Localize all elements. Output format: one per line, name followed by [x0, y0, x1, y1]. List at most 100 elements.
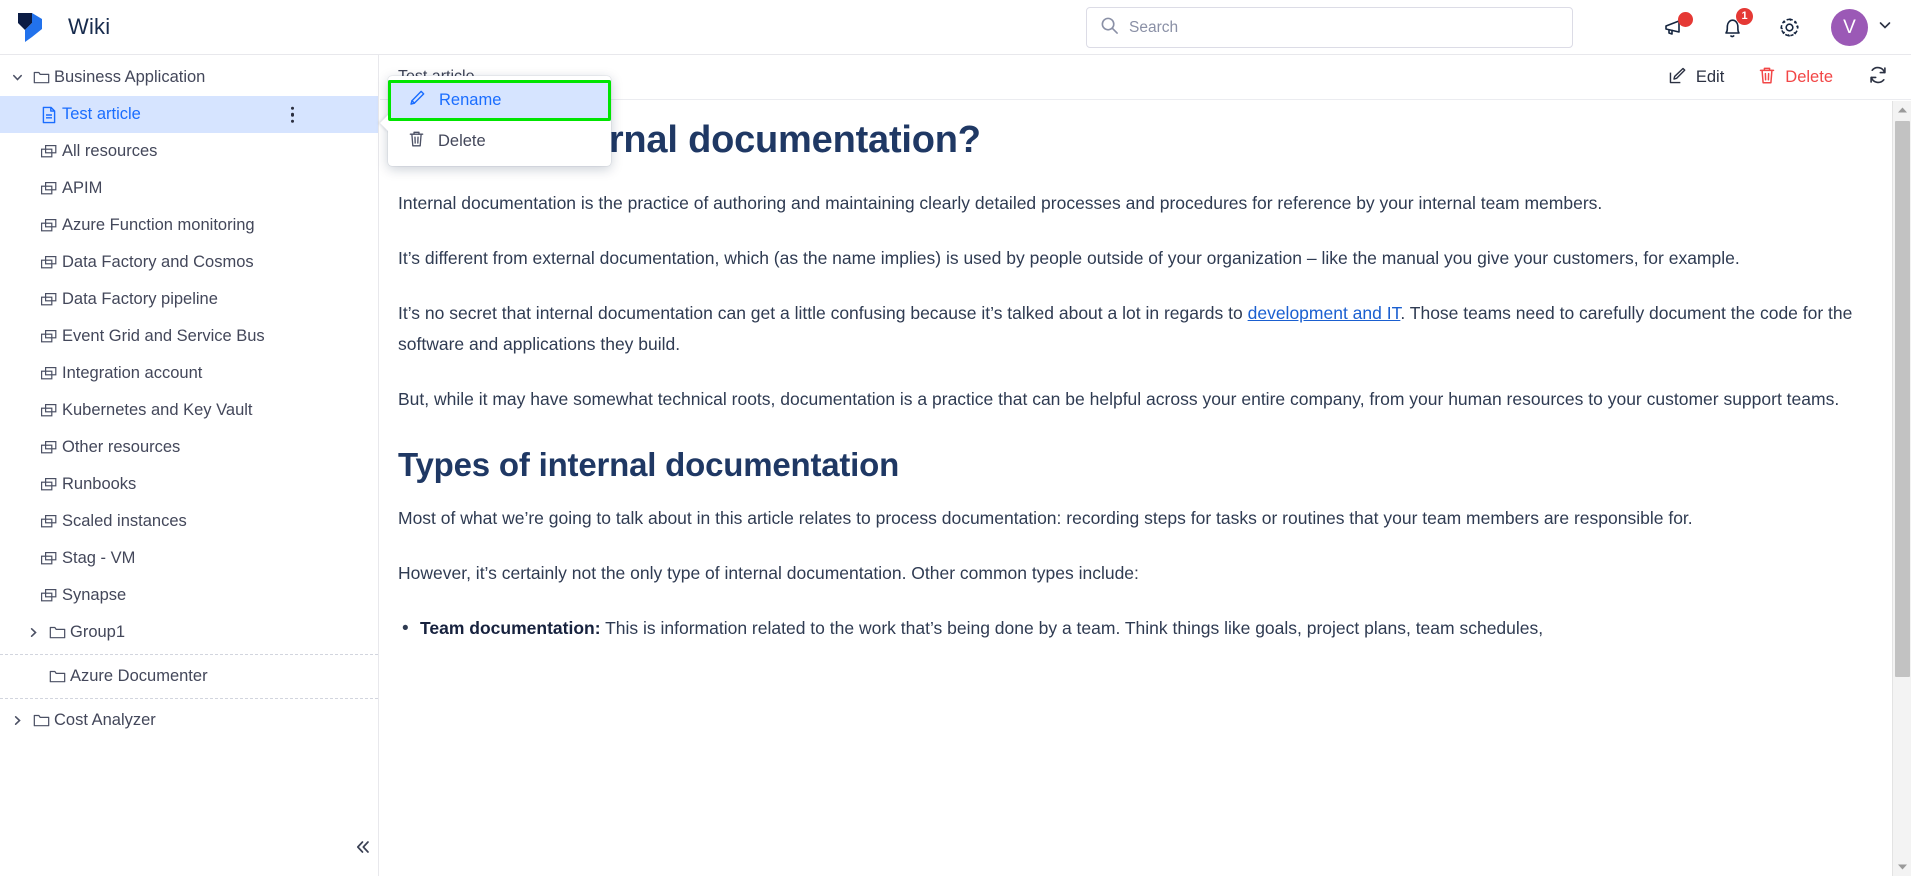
- windows-icon: [36, 292, 62, 307]
- content-header-actions: Edit Delete: [1668, 55, 1889, 100]
- app-title: Wiki: [68, 14, 111, 39]
- edit-button-label: Edit: [1695, 68, 1725, 86]
- confluence-logo-icon: [14, 11, 48, 43]
- sidebar-item-stag-vm[interactable]: Stag - VM: [0, 540, 378, 577]
- bullet-1-term: Team documentation:: [420, 618, 601, 639]
- article-paragraph-3: It’s no secret that internal documentati…: [398, 298, 1868, 360]
- folder-icon: [28, 70, 54, 85]
- sidebar-group-label: Business Application: [54, 68, 206, 86]
- sidebar-item-label: Azure Function monitoring: [62, 216, 255, 234]
- sidebar: Business Application Test article All re…: [0, 55, 379, 876]
- scroll-up-button[interactable]: [1893, 101, 1911, 119]
- caret-down-icon: [1897, 858, 1908, 876]
- header-actions: 1 V: [1660, 0, 1893, 55]
- pencil-icon: [408, 89, 426, 112]
- windows-icon: [36, 588, 62, 603]
- sidebar-item-label: All resources: [62, 142, 158, 160]
- gear-icon[interactable]: [1774, 13, 1804, 43]
- delete-button[interactable]: Delete: [1758, 66, 1833, 90]
- sidebar-item-label: Data Factory and Cosmos: [62, 253, 254, 271]
- chevron-down-icon[interactable]: [1877, 17, 1893, 38]
- sidebar-item-label: Data Factory pipeline: [62, 290, 218, 308]
- windows-icon: [36, 551, 62, 566]
- sidebar-item-apim[interactable]: APIM: [0, 170, 378, 207]
- sidebar-group-cost-analyzer[interactable]: Cost Analyzer: [0, 702, 378, 739]
- sidebar-item-data-factory-and-cosmos[interactable]: Data Factory and Cosmos: [0, 244, 378, 281]
- windows-icon: [36, 329, 62, 344]
- article-paragraph-4: But, while it may have somewhat technica…: [398, 389, 1840, 410]
- context-menu-item-delete[interactable]: Delete: [388, 121, 611, 162]
- sidebar-divider: [0, 698, 378, 699]
- article-paragraph-2: It’s different from external documentati…: [398, 247, 1740, 268]
- sidebar-item-test-article[interactable]: Test article: [0, 96, 378, 133]
- sidebar-item-other-resources[interactable]: Other resources: [0, 429, 378, 466]
- windows-icon: [36, 144, 62, 159]
- sidebar-item-synapse[interactable]: Synapse: [0, 577, 378, 614]
- content-scrollbar[interactable]: [1892, 101, 1911, 876]
- search-box[interactable]: [1086, 7, 1573, 48]
- refresh-button[interactable]: [1867, 64, 1889, 91]
- windows-icon: [36, 403, 62, 418]
- sidebar-item-label: APIM: [62, 179, 103, 197]
- sidebar-item-label: Kubernetes and Key Vault: [62, 401, 253, 419]
- refresh-icon: [1867, 64, 1889, 91]
- article-paragraph-5: Most of what we’re going to talk about i…: [398, 507, 1693, 528]
- bell-icon[interactable]: 1: [1717, 7, 1753, 43]
- megaphone-dot-badge: [1678, 11, 1693, 27]
- sidebar-item-runbooks[interactable]: Runbooks: [0, 466, 378, 503]
- folder-icon: [44, 625, 70, 640]
- chevron-down-icon[interactable]: [6, 71, 28, 84]
- sidebar-item-label: Runbooks: [62, 475, 137, 493]
- sidebar-item-scaled-instances[interactable]: Scaled instances: [0, 503, 378, 540]
- avatar[interactable]: V: [1831, 9, 1868, 46]
- search-container[interactable]: [1086, 7, 1573, 48]
- sidebar-item-data-factory-pipeline[interactable]: Data Factory pipeline: [0, 281, 378, 318]
- megaphone-icon[interactable]: [1660, 11, 1693, 43]
- context-menu: Rename Delete: [380, 76, 611, 166]
- bullet-1-text: This is information related to the work …: [600, 618, 1544, 639]
- top-header: Wiki 1: [0, 0, 1911, 55]
- content-area: Test article Edit: [380, 55, 1911, 876]
- development-and-it-link[interactable]: development and IT: [1248, 303, 1401, 323]
- trash-icon: [1758, 66, 1776, 90]
- sidebar-group-group1[interactable]: Group1: [0, 614, 378, 651]
- user-menu[interactable]: V: [1831, 9, 1893, 46]
- sidebar-item-label: Test article: [62, 105, 141, 123]
- sidebar-divider: [0, 654, 378, 655]
- trash-icon: [408, 130, 425, 153]
- more-vertical-icon[interactable]: [290, 106, 294, 123]
- sidebar-item-label: Scaled instances: [62, 512, 187, 530]
- scrollbar-thumb[interactable]: [1895, 121, 1910, 677]
- sidebar-group-azure-documenter[interactable]: Azure Documenter: [0, 658, 378, 695]
- article-paragraph-6: However, it’s certainly not the only typ…: [398, 563, 1139, 584]
- article-heading-1: What is internal documentation?: [398, 119, 981, 161]
- context-menu-item-label: Delete: [438, 132, 486, 150]
- chevrons-left-icon: [353, 837, 373, 862]
- sidebar-item-event-grid-and-service-bus[interactable]: Event Grid and Service Bus: [0, 318, 378, 355]
- search-input[interactable]: [1129, 12, 1529, 43]
- chevron-right-icon[interactable]: [6, 714, 28, 727]
- windows-icon: [36, 440, 62, 455]
- chevron-right-icon[interactable]: [22, 626, 44, 639]
- context-menu-item-rename[interactable]: Rename: [388, 80, 611, 121]
- windows-icon: [36, 514, 62, 529]
- sidebar-group-label: Azure Documenter: [70, 667, 208, 685]
- sidebar-group-label: Cost Analyzer: [54, 711, 156, 729]
- sidebar-item-integration-account[interactable]: Integration account: [0, 355, 378, 392]
- edit-button[interactable]: Edit: [1668, 66, 1724, 90]
- sidebar-item-all-resources[interactable]: All resources: [0, 133, 378, 170]
- scroll-down-button[interactable]: [1893, 858, 1911, 876]
- article-body: What is internal documentation? Internal…: [380, 100, 1911, 876]
- document-icon: [36, 106, 62, 124]
- folder-icon: [44, 669, 70, 684]
- sidebar-collapse-button[interactable]: [346, 832, 378, 866]
- sidebar-group-business-application[interactable]: Business Application: [0, 59, 378, 96]
- windows-icon: [36, 255, 62, 270]
- sidebar-group-label: Group1: [70, 623, 126, 641]
- article-heading-2: Types of internal documentation: [398, 446, 900, 484]
- sidebar-item-azure-function-monitoring[interactable]: Azure Function monitoring: [0, 207, 378, 244]
- brand[interactable]: Wiki: [0, 11, 110, 43]
- sidebar-item-kubernetes-and-key-vault[interactable]: Kubernetes and Key Vault: [0, 392, 378, 429]
- windows-icon: [36, 181, 62, 196]
- windows-icon: [36, 477, 62, 492]
